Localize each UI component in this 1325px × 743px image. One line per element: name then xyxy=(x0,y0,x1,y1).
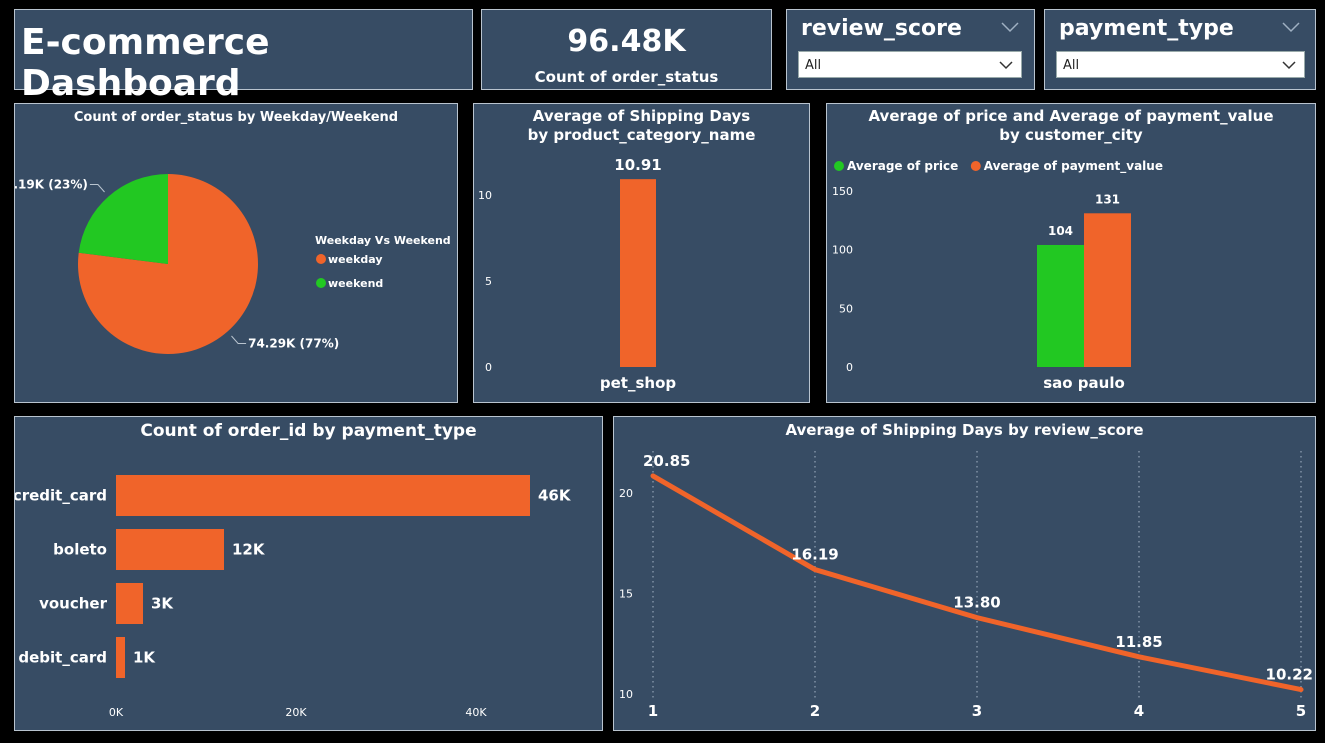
bar xyxy=(116,583,143,624)
x-tick-label: 5 xyxy=(1296,702,1306,720)
pie-chart-tile[interactable]: Count of order_status by Weekday/Weekend… xyxy=(14,103,458,403)
payment-bar-chart: credit_card 46K boleto 12K voucher 3K debit_ca… xyxy=(15,475,572,719)
y-tick-label: 5 xyxy=(485,275,492,288)
chevron-down-icon[interactable] xyxy=(1281,18,1301,37)
data-label: 3K xyxy=(151,595,174,613)
y-tick-label: 20 xyxy=(619,487,633,500)
data-label: 12K xyxy=(232,541,266,559)
page-title: E-commerce Dashboard xyxy=(21,22,270,104)
data-label: 10.22 xyxy=(1266,666,1313,684)
y-tick-label: 100 xyxy=(832,244,853,257)
data-label: 46K xyxy=(538,487,572,505)
kpi-value: 96.48K xyxy=(567,24,686,59)
bar xyxy=(116,475,530,516)
dropdown-value: All xyxy=(1063,58,1080,73)
bar xyxy=(116,529,224,570)
data-label: 104 xyxy=(1048,224,1073,238)
x-tick-label: 4 xyxy=(1134,702,1144,720)
x-tick-label: 0K xyxy=(109,706,124,719)
bar-price xyxy=(1037,244,1084,367)
review-score-dropdown[interactable]: All xyxy=(798,51,1022,78)
pie-slice-weekend xyxy=(78,174,168,264)
city-bar-tile[interactable]: Average of price and Average of payment_… xyxy=(826,103,1316,403)
x-tick-label: 40K xyxy=(465,706,487,719)
review-line-chart: 1 2 3 4 5 10 15 20 20.85 16.19 13.80 11.85 10.22 xyxy=(619,451,1313,720)
bar xyxy=(116,637,125,678)
bar-payment-value xyxy=(1084,213,1131,367)
payment-type-dropdown[interactable]: All xyxy=(1056,51,1305,78)
kpi-label: Count of order_status xyxy=(534,68,719,86)
x-tick-label: sao paulo xyxy=(1043,374,1125,392)
legend-marker xyxy=(316,278,326,288)
slicer-title: review_score xyxy=(801,16,962,41)
legend-entry: weekend xyxy=(328,277,383,290)
payment-bar-tile[interactable]: Count of order_id by payment_type credit… xyxy=(14,416,603,731)
x-tick-label: 2 xyxy=(810,702,820,720)
x-tick-label: pet_shop xyxy=(600,374,676,392)
legend-marker xyxy=(316,254,326,264)
y-tick-label: debit_card xyxy=(18,649,107,667)
data-label: 13.80 xyxy=(953,594,1000,612)
y-tick-label: boleto xyxy=(53,541,107,559)
slicer-title: payment_type xyxy=(1059,16,1234,41)
y-tick-label: voucher xyxy=(39,595,108,613)
y-tick-label: 0 xyxy=(485,361,492,374)
x-tick-label: 20K xyxy=(285,706,307,719)
data-label: 10.91 xyxy=(614,156,661,174)
payment-type-slicer: payment_type All xyxy=(1044,9,1316,90)
chevron-down-icon xyxy=(998,59,1014,74)
legend-entry: weekday xyxy=(328,253,383,266)
pie-chart: 74.29K (77%) 22.19K (23%) Weekday Vs Weeke… xyxy=(15,174,451,354)
chevron-down-icon xyxy=(1281,59,1297,74)
y-tick-label: 10 xyxy=(619,688,633,701)
x-tick-label: 1 xyxy=(648,702,658,720)
line-chart-tile[interactable]: Average of Shipping Days by review_score… xyxy=(613,416,1316,731)
review-score-slicer: review_score All xyxy=(786,9,1035,90)
y-tick-label: 0 xyxy=(846,361,853,374)
legend-entry: Average of price xyxy=(847,159,958,173)
title-tile: E-commerce Dashboard xyxy=(14,9,473,104)
y-tick-label: 10 xyxy=(478,189,492,202)
data-label: 16.19 xyxy=(791,546,838,564)
data-label: 1K xyxy=(133,649,156,667)
y-tick-label: 50 xyxy=(839,302,853,315)
leader-line xyxy=(89,183,105,193)
data-label: 11.85 xyxy=(1115,633,1162,651)
y-tick-label: 150 xyxy=(832,185,853,198)
bar xyxy=(620,179,656,367)
data-label: 22.19K (23%) xyxy=(15,177,88,191)
data-label: 20.85 xyxy=(643,452,690,470)
city-bar-chart: Average of price Average of payment_value… xyxy=(832,159,1163,392)
legend-marker xyxy=(970,161,981,171)
chevron-down-icon[interactable] xyxy=(1000,18,1020,37)
category-bar-tile[interactable]: Average of Shipping Days by product_cate… xyxy=(473,103,810,403)
legend-title: Weekday Vs Weekend xyxy=(315,234,451,247)
y-tick-label: 15 xyxy=(619,588,633,601)
data-label: 131 xyxy=(1095,192,1120,206)
kpi-card[interactable]: 96.48K Count of order_status xyxy=(481,9,772,90)
leader-line xyxy=(231,335,247,345)
y-tick-label: credit_card xyxy=(15,487,107,505)
legend-entry: Average of payment_value xyxy=(984,159,1163,174)
data-label: 74.29K (77%) xyxy=(248,337,339,351)
x-tick-label: 3 xyxy=(972,702,982,720)
series-line xyxy=(650,473,1304,693)
legend-marker xyxy=(834,161,844,171)
dropdown-value: All xyxy=(805,58,822,73)
category-bar-chart: 0 5 10 10.91 pet_shop xyxy=(478,156,676,392)
